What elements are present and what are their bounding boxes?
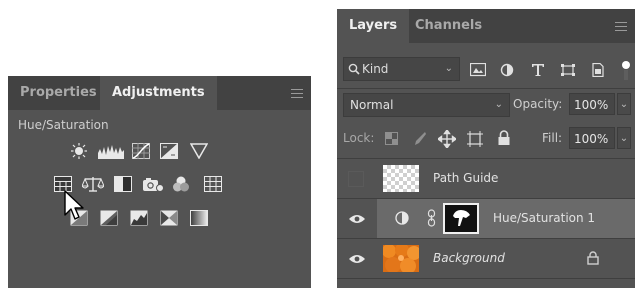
shape-filter-icon[interactable] <box>560 63 576 77</box>
fill-label: Fill: <box>542 131 563 145</box>
eye-icon <box>349 215 365 223</box>
adjustment-section-title: Hue/Saturation <box>18 118 109 132</box>
layer-row-path-guide[interactable]: Path Guide <box>337 159 635 198</box>
curves-icon[interactable] <box>132 143 150 159</box>
visibility-toggle[interactable] <box>337 159 377 198</box>
layers-panel: Layers Channels Kind ⌄ Normal ⌄ Opacity:… <box>337 9 635 288</box>
brightness-contrast-icon[interactable] <box>70 143 88 159</box>
layer-name: Hue/Saturation 1 <box>493 211 596 225</box>
filter-toggle-icon[interactable] <box>620 60 632 80</box>
layer-filter-row: Kind ⌄ <box>337 53 635 81</box>
color-lookup-icon[interactable] <box>204 176 222 192</box>
fill-input[interactable]: 100% <box>569 127 615 149</box>
opacity-dropdown-icon[interactable]: ⌄ <box>617 93 631 115</box>
photo-filter-icon[interactable] <box>142 176 164 192</box>
eye-icon <box>349 255 365 263</box>
fill-dropdown-icon[interactable]: ⌄ <box>617 127 631 149</box>
exposure-icon[interactable] <box>160 143 178 159</box>
lock-all-icon[interactable] <box>497 130 511 146</box>
layer-row-background[interactable]: Background <box>337 239 635 278</box>
visibility-toggle[interactable] <box>337 199 377 238</box>
lock-position-icon[interactable] <box>438 130 456 148</box>
blend-mode-dropdown[interactable]: Normal ⌄ <box>343 93 510 117</box>
adjustment-filter-icon[interactable] <box>500 63 516 77</box>
channel-mixer-icon[interactable] <box>172 176 190 192</box>
smart-object-filter-icon[interactable] <box>590 63 606 77</box>
layer-row-hue-saturation-1[interactable]: Hue/Saturation 1 <box>337 199 635 238</box>
levels-icon[interactable] <box>98 143 124 159</box>
search-icon <box>348 63 360 75</box>
lock-image-pixels-icon[interactable] <box>411 131 427 147</box>
opacity-label: Opacity: <box>513 97 563 111</box>
tab-adjustments[interactable]: Adjustments <box>100 76 217 110</box>
visibility-empty-icon <box>348 171 364 187</box>
adjustments-panel: Properties Adjustments Hue/Saturation <box>8 76 311 288</box>
blend-row: Normal ⌄ Opacity: 100% ⌄ <box>337 93 635 119</box>
divider <box>337 88 635 89</box>
oranges-image-icon <box>383 245 419 272</box>
black-white-icon[interactable] <box>114 176 132 192</box>
chevron-down-icon: ⌄ <box>494 99 503 110</box>
panel-menu-icon[interactable] <box>615 22 627 31</box>
tab-properties[interactable]: Properties <box>8 76 109 110</box>
lock-artboard-icon[interactable] <box>467 131 483 147</box>
selective-color-icon[interactable] <box>160 210 178 226</box>
threshold-icon[interactable] <box>130 210 148 226</box>
pixel-filter-icon[interactable] <box>470 63 486 77</box>
blend-mode-value: Normal <box>350 98 394 112</box>
filter-kind-dropdown[interactable]: Kind ⌄ <box>343 57 460 81</box>
layer-name: Background <box>433 251 505 265</box>
layer-lock-icon[interactable] <box>587 251 599 265</box>
posterize-icon[interactable] <box>100 210 118 226</box>
layer-thumbnail <box>383 165 419 192</box>
chain-link-icon[interactable] <box>427 209 437 227</box>
lock-label: Lock: <box>343 131 375 145</box>
filter-kind-label: Kind <box>362 62 389 76</box>
mouse-cursor-icon <box>64 190 86 226</box>
triangle-icon[interactable] <box>190 143 208 159</box>
adjustment-layer-icon <box>395 211 409 225</box>
opacity-input[interactable]: 100% <box>569 93 615 115</box>
lock-transparent-pixels-icon[interactable] <box>385 132 399 146</box>
layer-mask-thumbnail[interactable] <box>443 203 479 234</box>
tab-layers[interactable]: Layers <box>337 9 410 43</box>
background-thumbnail <box>383 245 419 272</box>
panel-menu-icon[interactable] <box>291 89 303 98</box>
mask-shape-icon <box>453 210 470 226</box>
divider <box>337 278 635 279</box>
layers-tab-bar: Layers Channels <box>337 9 635 43</box>
tab-channels[interactable]: Channels <box>403 9 494 43</box>
chevron-down-icon: ⌄ <box>444 63 453 74</box>
type-filter-icon[interactable] <box>530 63 546 77</box>
gradient-map-icon[interactable] <box>190 210 208 226</box>
adjustments-tab-bar: Properties Adjustments <box>8 76 311 110</box>
layer-name: Path Guide <box>433 171 499 185</box>
visibility-toggle[interactable] <box>337 239 377 278</box>
lock-row: Lock: Fill: 100% ⌄ <box>337 127 635 153</box>
